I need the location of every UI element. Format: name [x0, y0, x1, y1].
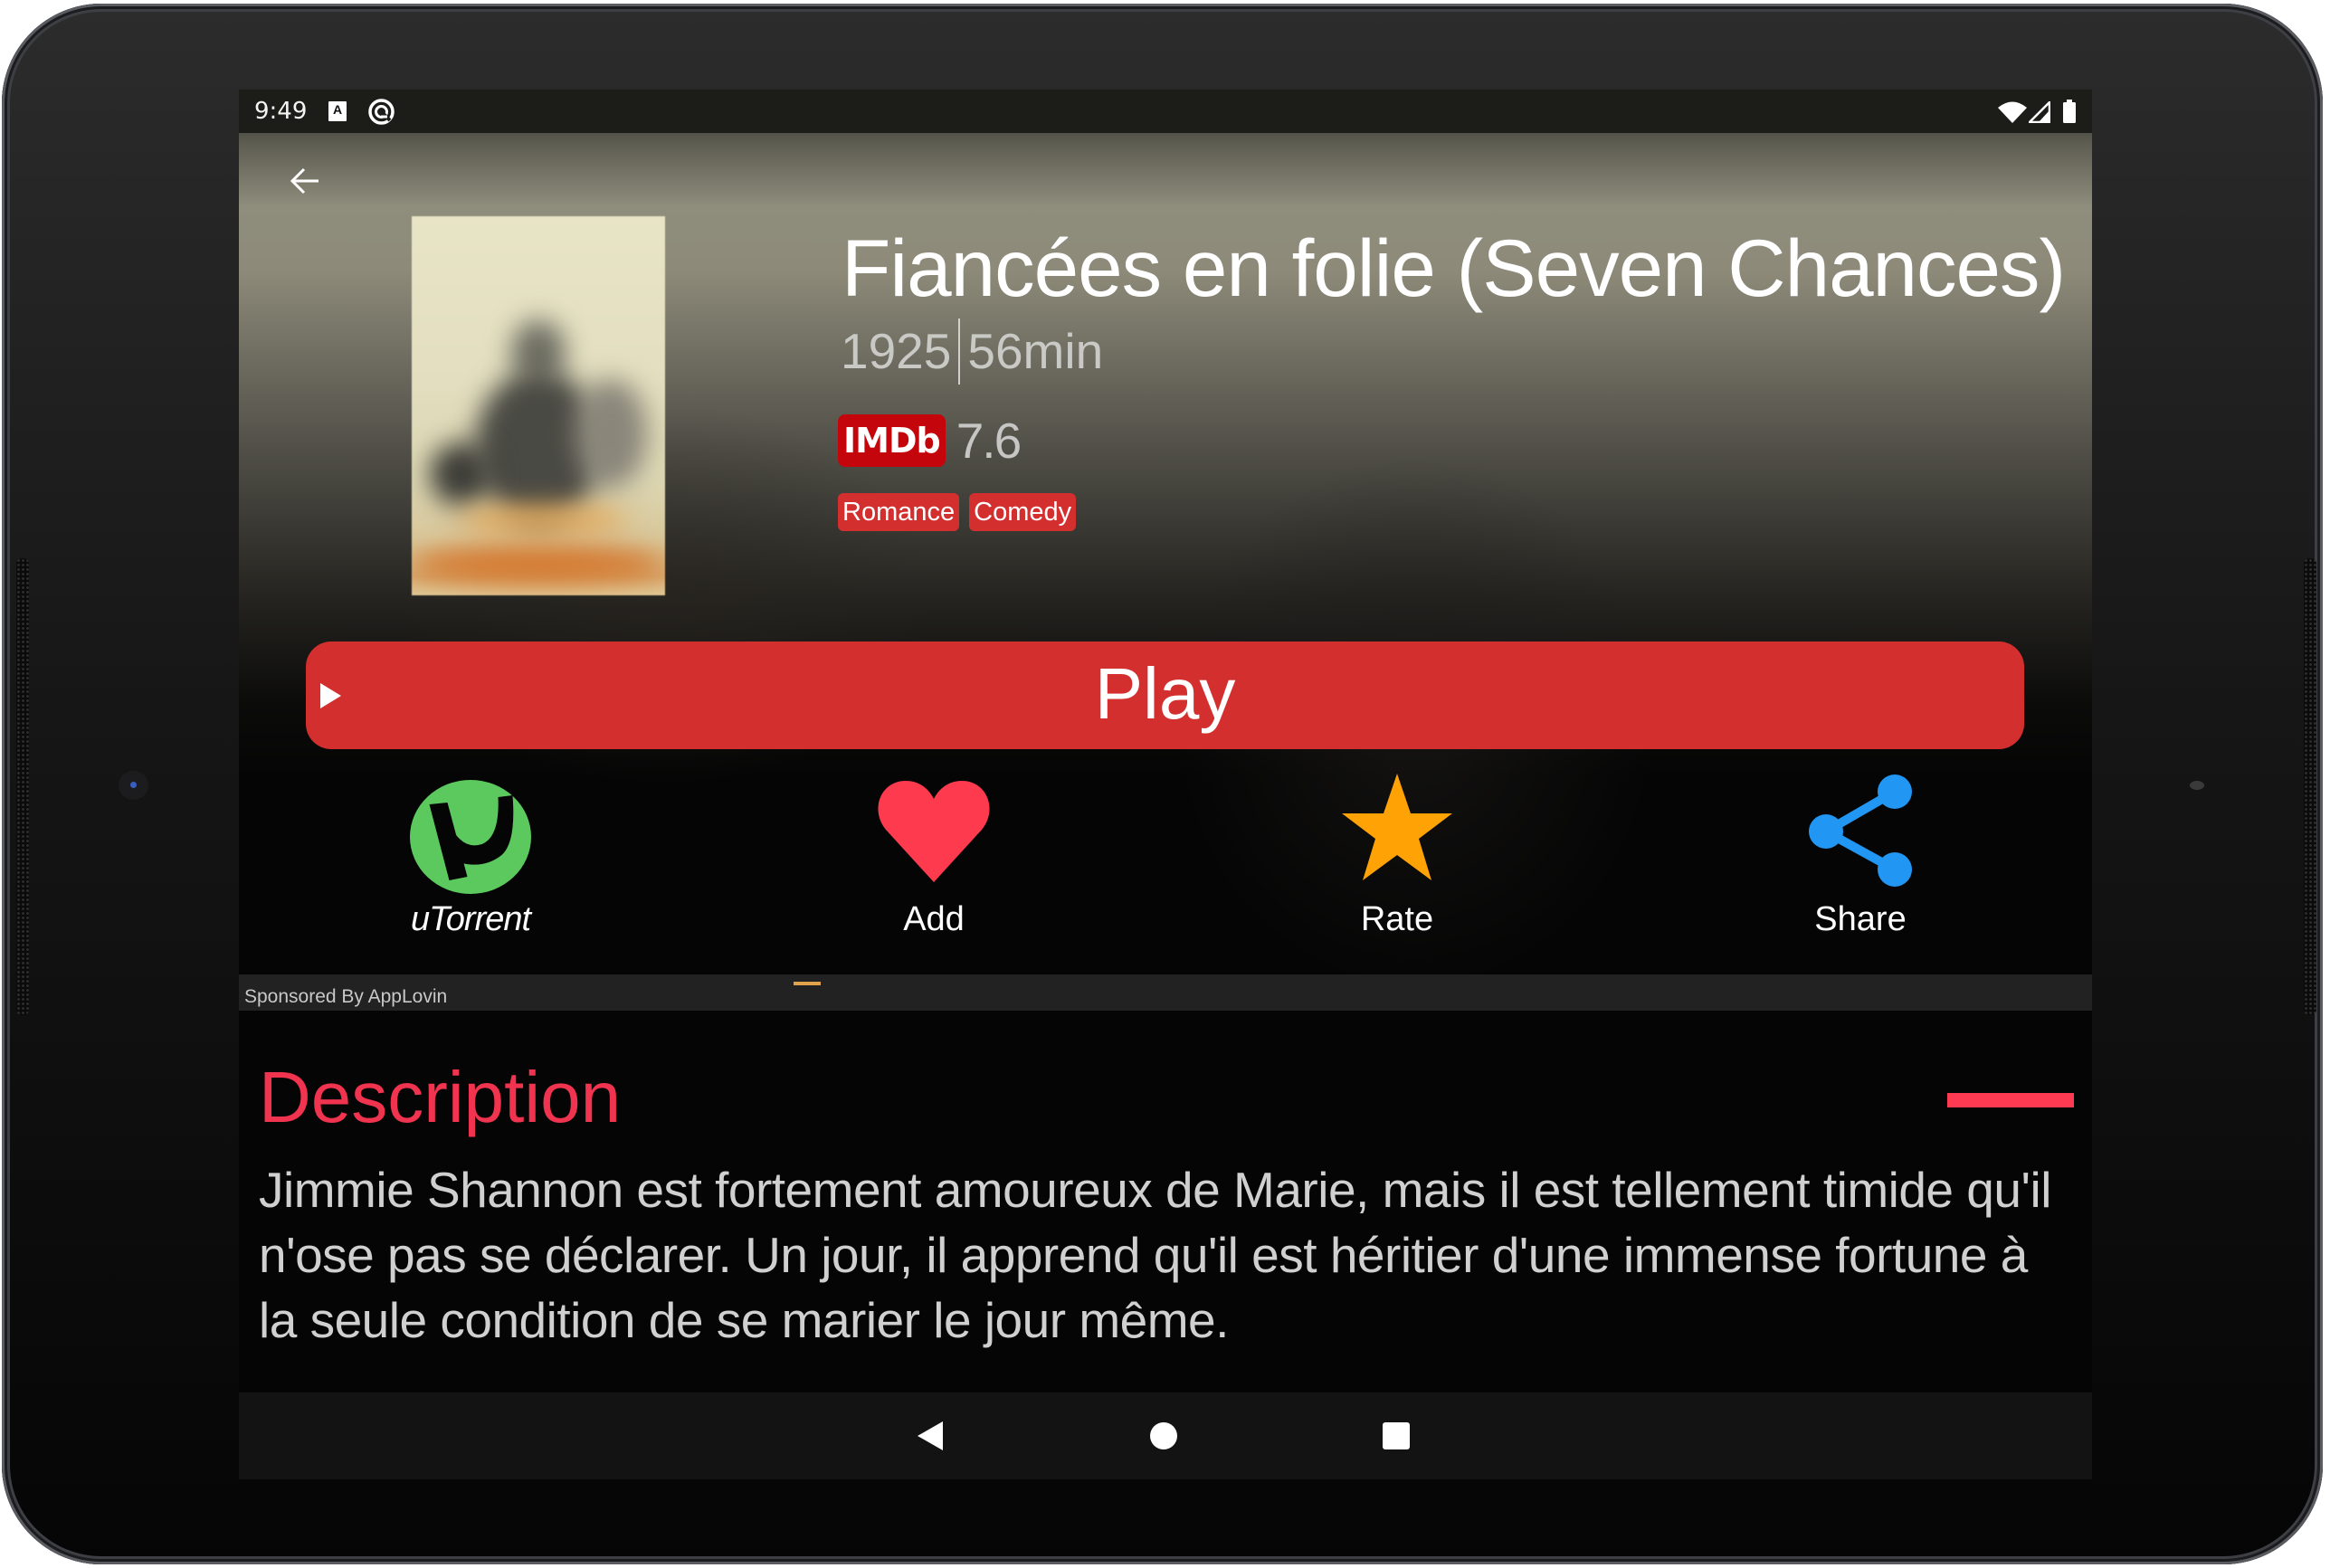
ad-accent-bar — [794, 982, 821, 985]
keyboard-a-icon: A — [328, 101, 347, 121]
movie-duration: 56min — [967, 323, 1104, 379]
imdb-rating: 7.6 — [956, 413, 1022, 469]
speaker-grille-right — [2304, 558, 2316, 1015]
share-icon — [1809, 774, 1912, 887]
speaker-grille-left — [16, 558, 29, 1015]
nav-recents-icon[interactable] — [1383, 1422, 1410, 1449]
utorrent-icon — [410, 780, 531, 894]
movie-year: 1925 — [841, 323, 952, 379]
proximity-sensor — [2190, 781, 2204, 790]
rate-label: Rate — [1360, 900, 1434, 938]
play-button[interactable]: Play — [306, 641, 2024, 749]
data-saver-icon — [368, 99, 395, 125]
nav-back-icon[interactable] — [918, 1421, 943, 1450]
genre-tags: Romance Comedy — [838, 493, 1077, 531]
status-bar: 9:49 A — [239, 90, 2092, 133]
genre-tag[interactable]: Romance — [838, 493, 960, 531]
system-nav-bar — [239, 1392, 2092, 1479]
battery-icon — [2063, 100, 2076, 123]
poster-figure-left — [430, 442, 493, 506]
imdb-logo: IMDb — [838, 414, 946, 467]
poster-figure-right — [575, 379, 647, 488]
share-button[interactable]: Share — [1629, 768, 2092, 949]
heart-icon — [878, 781, 990, 882]
ad-banner[interactable]: Sponsored By AppLovin — [239, 974, 2092, 1011]
ad-sponsor-label: Sponsored By AppLovin — [244, 986, 448, 1007]
utorrent-button[interactable]: uTorrent — [239, 768, 702, 949]
poster-bottom-band — [412, 546, 665, 583]
wifi-icon — [1998, 101, 2027, 123]
app-screen: 9:49 A Fiancées en folie (Seven Chances)… — [239, 90, 2092, 1479]
nav-home-icon[interactable] — [1150, 1422, 1177, 1449]
rate-button[interactable]: Rate — [1165, 768, 1629, 949]
status-time: 9:49 — [254, 98, 308, 125]
back-arrow-icon[interactable] — [290, 166, 320, 196]
description-accent-dash — [1947, 1093, 2074, 1107]
genre-tag[interactable]: Comedy — [969, 493, 1077, 531]
add-button[interactable]: Add — [702, 768, 1165, 949]
rating-row: IMDb 7.6 — [838, 412, 1022, 470]
cellular-signal-icon — [2029, 101, 2050, 123]
utorrent-label: uTorrent — [410, 900, 531, 938]
action-row: uTorrent Add Rate Share — [239, 768, 2092, 949]
description-heading: Description — [259, 1057, 622, 1137]
movie-poster[interactable] — [412, 216, 665, 595]
description-text: Jimmie Shannon est fortement amoureux de… — [259, 1162, 2051, 1348]
add-label: Add — [903, 900, 965, 938]
front-camera — [119, 771, 148, 800]
star-icon — [1342, 774, 1452, 880]
play-button-label: Play — [1094, 653, 1236, 734]
movie-meta: 1925 56min — [841, 318, 1103, 385]
poster-title-band — [457, 506, 629, 533]
meta-separator — [958, 318, 961, 385]
share-label: Share — [1814, 900, 1907, 938]
movie-title: Fiancées en folie (Seven Chances) — [842, 223, 2066, 313]
